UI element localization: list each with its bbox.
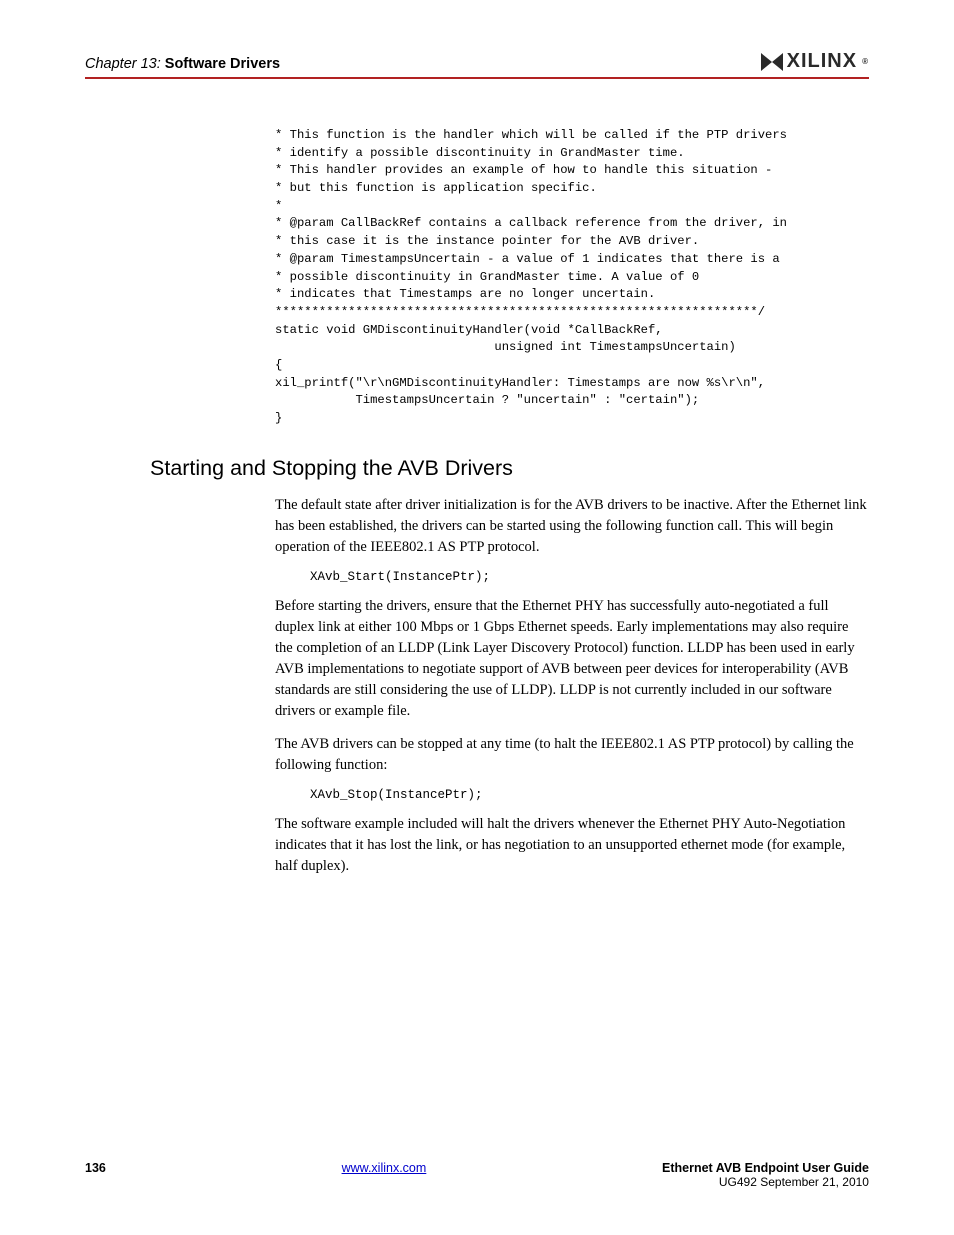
code-stop-call: XAvb_Stop(InstancePtr); xyxy=(310,788,869,802)
chapter-title: Software Drivers xyxy=(165,56,280,72)
code-start-call: XAvb_Start(InstancePtr); xyxy=(310,570,869,584)
logo-text: XILINX xyxy=(787,50,857,73)
paragraph-3: The AVB drivers can be stopped at any ti… xyxy=(275,734,869,776)
registered-icon: ® xyxy=(862,57,869,66)
xilinx-logo: XILINX ® xyxy=(761,50,869,73)
chapter-prefix: Chapter 13: xyxy=(85,56,161,72)
website-link[interactable]: www.xilinx.com xyxy=(342,1161,427,1175)
guide-version: UG492 September 21, 2010 xyxy=(662,1175,869,1189)
logo-mark-icon xyxy=(761,53,783,71)
code-block-handler: * This function is the handler which wil… xyxy=(275,127,869,428)
paragraph-2: Before starting the drivers, ensure that… xyxy=(275,596,869,722)
page-header: Chapter 13: Software Drivers XILINX ® xyxy=(85,50,869,79)
footer-right-block: Ethernet AVB Endpoint User Guide UG492 S… xyxy=(662,1161,869,1189)
paragraph-4: The software example included will halt … xyxy=(275,814,869,877)
page-number: 136 xyxy=(85,1161,106,1175)
guide-title: Ethernet AVB Endpoint User Guide xyxy=(662,1161,869,1175)
page-footer: 136 www.xilinx.com Ethernet AVB Endpoint… xyxy=(85,1161,869,1189)
section-heading: Starting and Stopping the AVB Drivers xyxy=(150,456,869,481)
paragraph-1: The default state after driver initializ… xyxy=(275,495,869,558)
chapter-label: Chapter 13: Software Drivers xyxy=(85,55,280,73)
